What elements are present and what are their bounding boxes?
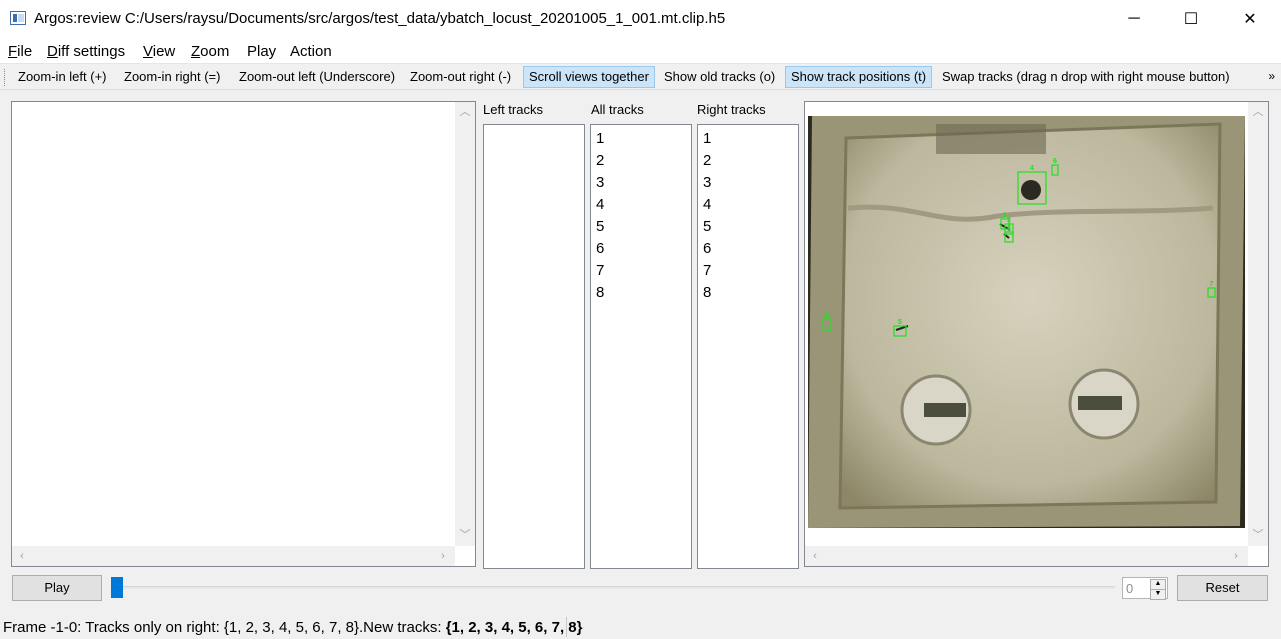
left-tracks-list[interactable] — [483, 124, 585, 569]
menu-zoom-label: oom — [200, 43, 230, 60]
list-item[interactable]: 1 — [596, 130, 604, 147]
menu-diff-settings[interactable]: Diff settings — [47, 43, 125, 60]
menu-action[interactable]: Action — [290, 43, 332, 60]
left-view-horizontal-scrollbar[interactable]: ‹ › — [12, 546, 455, 566]
zoom-in-left-button[interactable]: Zoom-in left (+) — [13, 66, 112, 88]
list-item[interactable]: 3 — [596, 174, 604, 191]
list-item[interactable]: 5 — [703, 218, 711, 235]
list-item[interactable]: 7 — [703, 262, 711, 279]
menu-diff-mnemonic: D — [47, 43, 58, 60]
show-track-positions-toggle[interactable]: Show track positions (t) — [785, 66, 933, 88]
spin-down-icon[interactable]: ▼ — [1150, 589, 1166, 600]
scroll-left-icon[interactable]: ‹ — [808, 549, 822, 563]
list-item[interactable]: 8 — [703, 284, 711, 301]
swap-tracks-button[interactable]: Swap tracks (drag n drop with right mous… — [937, 66, 1235, 88]
frame-slider-handle[interactable] — [111, 577, 123, 598]
menu-play-label: Play — [247, 43, 277, 60]
track-label-6: 6 — [1053, 158, 1057, 165]
menu-view-label: iew — [152, 43, 176, 60]
maximize-icon[interactable]: ☐ — [1168, 0, 1214, 38]
scroll-down-icon[interactable]: ﹀ — [458, 528, 472, 542]
zoom-out-right-button[interactable]: Zoom-out right (-) — [405, 66, 516, 88]
app-icon — [10, 11, 26, 25]
arena-image: 12345678 — [808, 116, 1245, 528]
list-item[interactable]: 6 — [596, 240, 604, 257]
track-label-2: 2 — [1007, 217, 1011, 224]
list-item[interactable]: 4 — [596, 196, 604, 213]
left-tracks-label: Left tracks — [483, 102, 543, 117]
list-item[interactable]: 8 — [596, 284, 604, 301]
window-title: Argos:review C:/Users/raysu/Documents/sr… — [34, 10, 726, 27]
scroll-up-icon[interactable]: ︿ — [1251, 105, 1265, 119]
scroll-up-icon[interactable]: ︿ — [458, 105, 472, 119]
menu-play[interactable]: Play — [247, 43, 276, 60]
minimize-icon[interactable]: ─ — [1111, 0, 1157, 38]
toolbar-grip[interactable] — [4, 69, 7, 86]
status-bar: Frame -1-0: Tracks only on right: {1, 2,… — [0, 614, 1281, 639]
track-label-3: 3 — [1007, 225, 1011, 232]
menu-diff-label: iff settings — [57, 43, 126, 60]
right-tracks-list[interactable]: 1 2 3 4 5 6 7 8 — [697, 124, 799, 569]
frame-spinbox-value[interactable]: 0 — [1126, 581, 1133, 596]
list-item[interactable]: 2 — [703, 152, 711, 169]
list-item[interactable]: 7 — [596, 262, 604, 279]
right-tracks-label: Right tracks — [697, 102, 766, 117]
scroll-views-together-toggle[interactable]: Scroll views together — [523, 66, 655, 88]
list-item[interactable]: 4 — [703, 196, 711, 213]
scroll-right-icon[interactable]: › — [436, 549, 450, 563]
title-bar: Argos:review C:/Users/raysu/Documents/sr… — [0, 0, 1281, 38]
frame-spinbox[interactable]: 0 ▲ ▼ — [1122, 577, 1168, 600]
left-frame-view[interactable]: ︿ ﹀ ‹ › — [11, 101, 476, 567]
track-label-5: 5 — [898, 319, 902, 326]
toolbar: Zoom-in left (+) Zoom-in right (=) Zoom-… — [0, 65, 1281, 90]
zoom-out-left-button[interactable]: Zoom-out left (Underscore) — [234, 66, 400, 88]
track-label-8: 8 — [825, 312, 829, 319]
list-item[interactable]: 3 — [703, 174, 711, 191]
scroll-right-icon[interactable]: › — [1229, 549, 1243, 563]
menu-view-mnemonic: V — [143, 43, 153, 60]
list-item[interactable]: 1 — [703, 130, 711, 147]
menu-bar: File Diff settings View Zoom Play Action — [0, 38, 1281, 64]
status-new-tracks: {1, 2, 3, 4, 5, 6, 7, 8} — [445, 619, 583, 636]
frame-slider-track[interactable] — [122, 586, 1115, 589]
all-tracks-list[interactable]: 1 2 3 4 5 6 7 8 — [590, 124, 692, 569]
status-message: Frame -1-0: Tracks only on right: {1, 2,… — [3, 619, 582, 636]
reset-button[interactable]: Reset — [1177, 575, 1268, 601]
play-button[interactable]: Play — [12, 575, 102, 601]
menu-file[interactable]: File — [8, 43, 32, 60]
close-icon[interactable]: ✕ — [1227, 0, 1273, 38]
show-old-tracks-toggle[interactable]: Show old tracks (o) — [659, 66, 780, 88]
toolbar-overflow-icon[interactable]: » — [1268, 69, 1275, 83]
list-item[interactable]: 5 — [596, 218, 604, 235]
menu-zoom[interactable]: Zoom — [191, 43, 229, 60]
status-separator — [566, 617, 567, 637]
left-view-vertical-scrollbar[interactable]: ︿ ﹀ — [455, 102, 475, 546]
scroll-left-icon[interactable]: ‹ — [15, 549, 29, 563]
zoom-in-right-button[interactable]: Zoom-in right (=) — [119, 66, 225, 88]
menu-action-label: Action — [290, 43, 332, 60]
track-label-4: 4 — [1030, 165, 1034, 172]
video-frame[interactable]: 12345678 — [808, 116, 1245, 528]
right-view-horizontal-scrollbar[interactable]: ‹ › — [805, 546, 1248, 566]
status-prefix: Frame -1-0: Tracks only on right: {1, 2,… — [3, 619, 446, 636]
menu-file-label: ile — [17, 43, 33, 60]
all-tracks-label: All tracks — [591, 102, 644, 117]
track-label-7: 7 — [1210, 281, 1214, 288]
list-item[interactable]: 2 — [596, 152, 604, 169]
menu-file-mnemonic: F — [8, 43, 18, 60]
menu-view[interactable]: View — [143, 43, 175, 60]
menu-zoom-mnemonic: Z — [191, 43, 201, 60]
right-view-vertical-scrollbar[interactable]: ︿ ﹀ — [1248, 102, 1268, 546]
list-item[interactable]: 6 — [703, 240, 711, 257]
scroll-down-icon[interactable]: ﹀ — [1251, 528, 1265, 542]
